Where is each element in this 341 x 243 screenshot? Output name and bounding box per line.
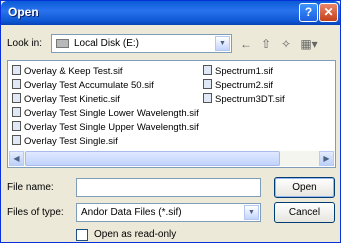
open-button[interactable]: Open: [274, 177, 335, 198]
file-icon: [12, 65, 21, 75]
file-item[interactable]: Overlay Test Accumulate 50.sif: [12, 79, 154, 93]
file-icon: [12, 79, 21, 89]
look-in-label: Look in:: [7, 38, 43, 49]
files-of-type-value: Andor Data Files (*.sif): [81, 207, 182, 218]
file-icon: [203, 65, 212, 75]
cancel-button[interactable]: Cancel: [274, 202, 335, 223]
horizontal-scrollbar[interactable]: ◀ ▶: [9, 151, 334, 166]
file-icon: [203, 93, 212, 103]
file-item[interactable]: Overlay Test Single Lower Wavelength.sif: [12, 107, 199, 121]
chevron-down-icon[interactable]: ▼: [215, 36, 230, 51]
scroll-thumb[interactable]: [25, 151, 280, 166]
chevron-down-icon[interactable]: ▼: [244, 205, 259, 220]
look-in-value: Local Disk (E:): [74, 38, 140, 49]
files-of-type-label: Files of type:: [7, 207, 64, 218]
file-icon: [203, 79, 212, 89]
drive-icon: [56, 39, 69, 48]
file-item[interactable]: Spectrum1.sif: [203, 65, 273, 79]
scroll-left-icon[interactable]: ◀: [9, 151, 24, 166]
file-icon: [12, 121, 21, 131]
read-only-label[interactable]: Open as read-only: [94, 229, 176, 240]
scroll-right-icon[interactable]: ▶: [319, 151, 334, 166]
file-item[interactable]: Overlay & Keep Test.sif: [12, 65, 123, 79]
title-bar[interactable]: Open ? ✕: [1, 1, 340, 25]
file-icon: [12, 107, 21, 117]
file-item[interactable]: Overlay Test Single.sif: [12, 135, 118, 149]
window-title: Open: [8, 5, 39, 19]
file-item[interactable]: Overlay Test Kinetic.sif: [12, 93, 120, 107]
open-dialog: Open ? ✕ Look in: Local Disk (E:) ▼ ← ⇧ …: [0, 0, 341, 243]
up-folder-icon[interactable]: ⇧: [257, 35, 275, 53]
new-folder-icon[interactable]: ✧: [277, 35, 295, 53]
look-in-dropdown[interactable]: Local Disk (E:) ▼: [51, 34, 232, 53]
files-of-type-dropdown[interactable]: Andor Data Files (*.sif) ▼: [76, 203, 261, 222]
file-item[interactable]: Spectrum3DT.sif: [203, 93, 285, 107]
file-item[interactable]: Overlay Test Single Upper Wavelength.sif: [12, 121, 199, 135]
view-menu-icon[interactable]: ▦▾: [297, 35, 321, 53]
file-icon: [12, 93, 21, 103]
close-button[interactable]: ✕: [319, 3, 338, 22]
file-list[interactable]: Overlay & Keep Test.sif Overlay Test Acc…: [7, 60, 336, 168]
file-name-input[interactable]: [76, 178, 261, 197]
file-icon: [12, 135, 21, 145]
file-name-label: File name:: [7, 182, 54, 193]
help-button[interactable]: ?: [299, 3, 318, 22]
read-only-checkbox[interactable]: [76, 229, 88, 241]
file-item[interactable]: Spectrum2.sif: [203, 79, 273, 93]
back-icon[interactable]: ←: [237, 35, 255, 53]
